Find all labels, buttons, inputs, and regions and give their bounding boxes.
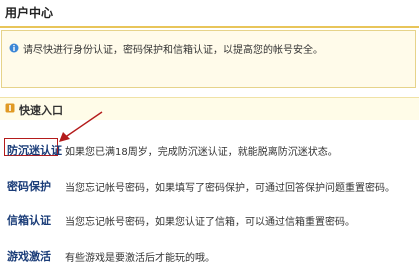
item-description: 当您忘记帐号密码，如果填写了密码保护，可通过回答保护问题重置密码。 bbox=[65, 183, 395, 194]
header: 用户中心 bbox=[0, 0, 419, 26]
list-item: 密码保护 当您忘记帐号密码，如果填写了密码保护，可通过回答保护问题重置密码。 bbox=[0, 175, 419, 199]
security-notice: 请尽快进行身份认证，密码保护和信箱认证，以提高您的帐号安全。 bbox=[1, 30, 416, 88]
item-description: 当您忘记帐号密码，如果您认证了信箱，可以通过信箱重置密码。 bbox=[65, 217, 355, 228]
email-verification-link[interactable]: 信箱认证 bbox=[7, 212, 51, 228]
list-item: 信箱认证 当您忘记帐号密码，如果您认证了信箱，可以通过信箱重置密码。 bbox=[0, 209, 419, 233]
bullet-icon bbox=[5, 103, 15, 113]
item-description: 有些游戏是要激活后才能玩的哦。 bbox=[65, 253, 215, 264]
anti-addiction-link[interactable]: 防沉迷认证 bbox=[7, 142, 62, 158]
page-title: 用户中心 bbox=[5, 6, 54, 20]
list-item: 游戏激活 有些游戏是要激活后才能玩的哦。 bbox=[0, 245, 419, 269]
game-activation-link[interactable]: 游戏激活 bbox=[7, 248, 51, 264]
annotation-arrow-icon bbox=[59, 111, 103, 142]
user-center-page: 用户中心 请尽快进行身份认证，密码保护和信箱认证，以提高您的帐号安全。 快速入口… bbox=[0, 0, 419, 265]
header-divider bbox=[0, 26, 419, 28]
info-icon bbox=[9, 43, 19, 53]
password-protection-link[interactable]: 密码保护 bbox=[7, 178, 51, 194]
notice-text: 请尽快进行身份认证，密码保护和信箱认证，以提高您的帐号安全。 bbox=[23, 45, 323, 56]
